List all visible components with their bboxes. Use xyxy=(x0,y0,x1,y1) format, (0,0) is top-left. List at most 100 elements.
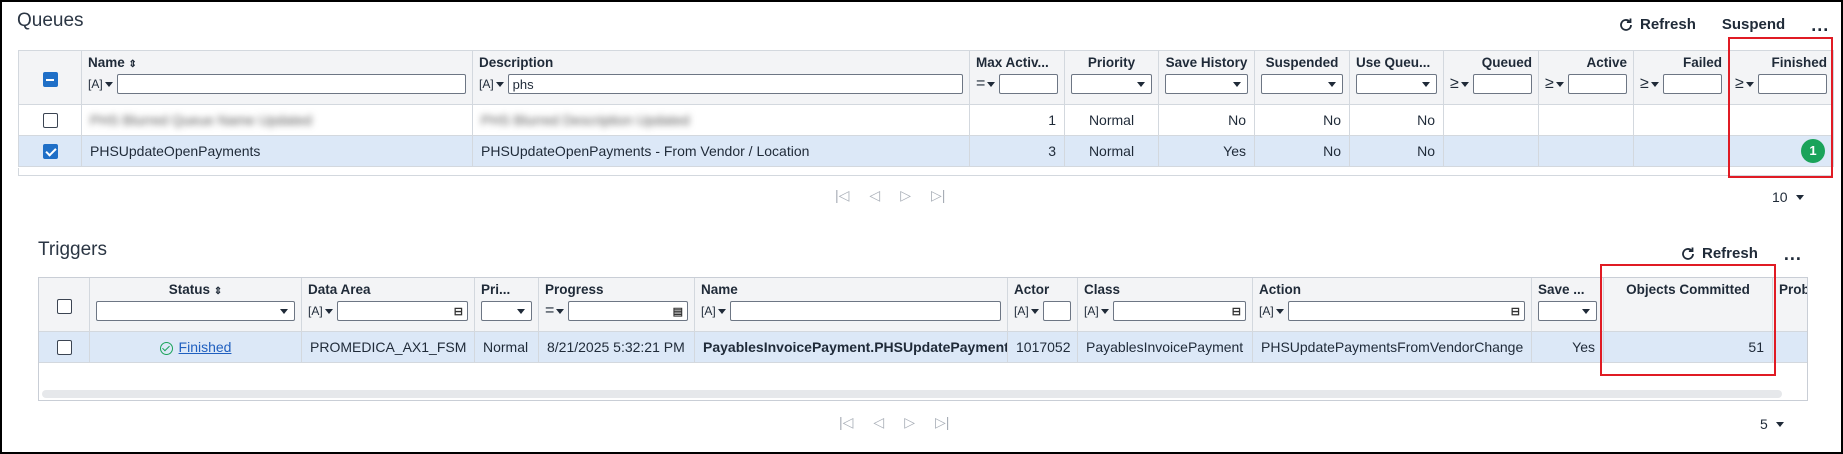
col-save-history[interactable]: Save History xyxy=(1158,50,1255,105)
priority-filter-select[interactable] xyxy=(481,301,532,321)
save-filter-select[interactable] xyxy=(1538,301,1597,321)
numeric-operator-dropdown[interactable]: ≥ xyxy=(1450,75,1469,93)
refresh-icon xyxy=(1682,247,1694,260)
filter-type-dropdown[interactable]: [A] xyxy=(479,77,504,91)
filter-type-dropdown[interactable]: [A] xyxy=(1259,304,1284,318)
actor-filter-input[interactable] xyxy=(1042,301,1071,321)
select-all-checkbox[interactable] xyxy=(56,299,72,315)
queues-more-button[interactable]: ... xyxy=(1801,16,1839,34)
triggers-more-button[interactable]: ... xyxy=(1774,245,1812,263)
queues-page-size-select[interactable]: 10 xyxy=(1772,189,1804,205)
col-actor[interactable]: Actor [A] xyxy=(1007,278,1078,332)
queues-suspend-button[interactable]: Suspend xyxy=(1712,12,1795,37)
data-area-filter-input[interactable]: ⊟ xyxy=(336,301,468,321)
col-class[interactable]: Class [A] ⊟ xyxy=(1077,278,1253,332)
triggers-toolbar: Refresh ... xyxy=(1670,241,1812,266)
page-size-value: 10 xyxy=(1772,189,1788,205)
numeric-operator-dropdown[interactable]: = xyxy=(545,302,565,320)
filter-type-dropdown[interactable]: [A] xyxy=(1014,304,1039,318)
select-all-checkbox[interactable] xyxy=(42,72,58,88)
queues-refresh-button[interactable]: Refresh xyxy=(1608,12,1706,37)
class-filter-input[interactable]: ⊟ xyxy=(1112,301,1246,321)
row-checkbox[interactable] xyxy=(42,113,58,129)
queued-filter-input[interactable] xyxy=(1472,74,1532,94)
description-filter-input[interactable] xyxy=(507,74,963,94)
col-name[interactable]: Name ⇕ [A] xyxy=(81,50,473,105)
queues-toolbar: Refresh Suspend ... xyxy=(1608,12,1839,37)
suspended-cell: No xyxy=(1254,104,1350,136)
col-priority[interactable]: Pri... xyxy=(474,278,539,332)
col-suspended[interactable]: Suspended xyxy=(1254,50,1350,105)
row-checkbox-checked[interactable] xyxy=(42,144,58,160)
action-filter-input[interactable]: ⊟ xyxy=(1287,301,1525,321)
col-description-label: Description xyxy=(479,55,554,70)
priority-cell: Normal xyxy=(1064,104,1159,136)
col-active[interactable]: Active ≥ xyxy=(1538,50,1634,105)
col-use-queue[interactable]: Use Queu... xyxy=(1349,50,1444,105)
save-history-cell: No xyxy=(1158,104,1255,136)
row-select-cell xyxy=(39,331,90,363)
priority-cell: Normal xyxy=(1064,135,1159,167)
col-problems[interactable]: Probl xyxy=(1772,278,1807,332)
table-row-selected[interactable]: PHSUpdateOpenPayments PHSUpdateOpenPayme… xyxy=(18,135,1834,167)
filter-type-dropdown[interactable]: [A] xyxy=(1084,304,1109,318)
lookup-icon[interactable]: ⊟ xyxy=(454,305,463,318)
col-description[interactable]: Description [A] xyxy=(472,50,970,105)
horizontal-scrollbar[interactable] xyxy=(42,390,1782,398)
filter-type-dropdown[interactable]: [A] xyxy=(308,304,333,318)
col-action[interactable]: Action [A] ⊟ xyxy=(1252,278,1532,332)
numeric-operator-dropdown[interactable]: = xyxy=(976,75,996,93)
status-filter-select[interactable] xyxy=(96,301,295,321)
numeric-operator-dropdown[interactable]: ≥ xyxy=(1640,75,1659,93)
col-max-active-label: Max Activ... xyxy=(976,55,1049,70)
col-data-area[interactable]: Data Area [A] ⊟ xyxy=(301,278,475,332)
calendar-icon[interactable]: ▤ xyxy=(673,305,683,318)
col-actor-label: Actor xyxy=(1014,282,1050,297)
failed-filter-input[interactable] xyxy=(1662,74,1722,94)
filter-type-dropdown[interactable]: [A] xyxy=(701,304,726,318)
last-page-button[interactable]: ▷| xyxy=(931,187,945,204)
name-filter-input[interactable] xyxy=(729,301,1001,321)
prev-page-button[interactable]: ◁ xyxy=(869,187,880,204)
last-page-button[interactable]: ▷| xyxy=(935,414,949,431)
max-active-filter-input[interactable] xyxy=(999,74,1058,94)
prev-page-button[interactable]: ◁ xyxy=(873,414,884,431)
table-row[interactable]: Finished PROMEDICA_AX1_FSM Normal 8/21/2… xyxy=(39,331,1807,363)
chevron-down-icon xyxy=(1795,194,1804,200)
col-queued-label: Queued xyxy=(1481,55,1532,70)
active-filter-input[interactable] xyxy=(1567,74,1627,94)
lookup-icon[interactable]: ⊟ xyxy=(1511,305,1520,318)
col-progress[interactable]: Progress = ▤ xyxy=(538,278,695,332)
use-queue-filter-select[interactable] xyxy=(1356,74,1437,94)
col-queued[interactable]: Queued ≥ xyxy=(1443,50,1539,105)
name-filter-input[interactable] xyxy=(116,74,466,94)
col-name[interactable]: Name [A] xyxy=(694,278,1008,332)
next-page-button[interactable]: ▷ xyxy=(900,187,911,204)
priority-filter-select[interactable] xyxy=(1071,74,1152,94)
lookup-icon[interactable]: ⊟ xyxy=(1232,305,1241,318)
filter-type-dropdown[interactable]: [A] xyxy=(88,77,113,91)
first-page-button[interactable]: |◁ xyxy=(835,187,849,204)
sort-icon[interactable]: ⇕ xyxy=(129,59,137,70)
progress-filter-input[interactable]: ▤ xyxy=(568,301,688,321)
col-failed[interactable]: Failed ≥ xyxy=(1633,50,1729,105)
save-history-filter-select[interactable] xyxy=(1165,74,1248,94)
triggers-page-size-select[interactable]: 5 xyxy=(1760,416,1784,432)
row-select-cell xyxy=(18,135,82,167)
queues-table: Name ⇕ [A] Description [A] Max Activ... … xyxy=(18,50,1834,167)
status-link[interactable]: Finished xyxy=(179,339,232,355)
col-status[interactable]: Status ⇕ xyxy=(89,278,302,332)
row-checkbox[interactable] xyxy=(56,340,72,356)
table-row[interactable]: PHS Blurred Queue Name Updated PHS Blurr… xyxy=(18,104,1834,136)
col-priority[interactable]: Priority xyxy=(1064,50,1159,105)
first-page-button[interactable]: |◁ xyxy=(839,414,853,431)
next-page-button[interactable]: ▷ xyxy=(904,414,915,431)
suspended-filter-select[interactable] xyxy=(1261,74,1343,94)
triggers-refresh-button[interactable]: Refresh xyxy=(1670,241,1768,266)
sort-icon[interactable]: ⇕ xyxy=(214,286,222,297)
numeric-operator-dropdown[interactable]: ≥ xyxy=(1545,75,1564,93)
col-save[interactable]: Save ... xyxy=(1531,278,1604,332)
max-active-cell: 3 xyxy=(969,135,1065,167)
col-use-queue-label: Use Queu... xyxy=(1356,55,1431,70)
col-max-active[interactable]: Max Activ... = xyxy=(969,50,1065,105)
